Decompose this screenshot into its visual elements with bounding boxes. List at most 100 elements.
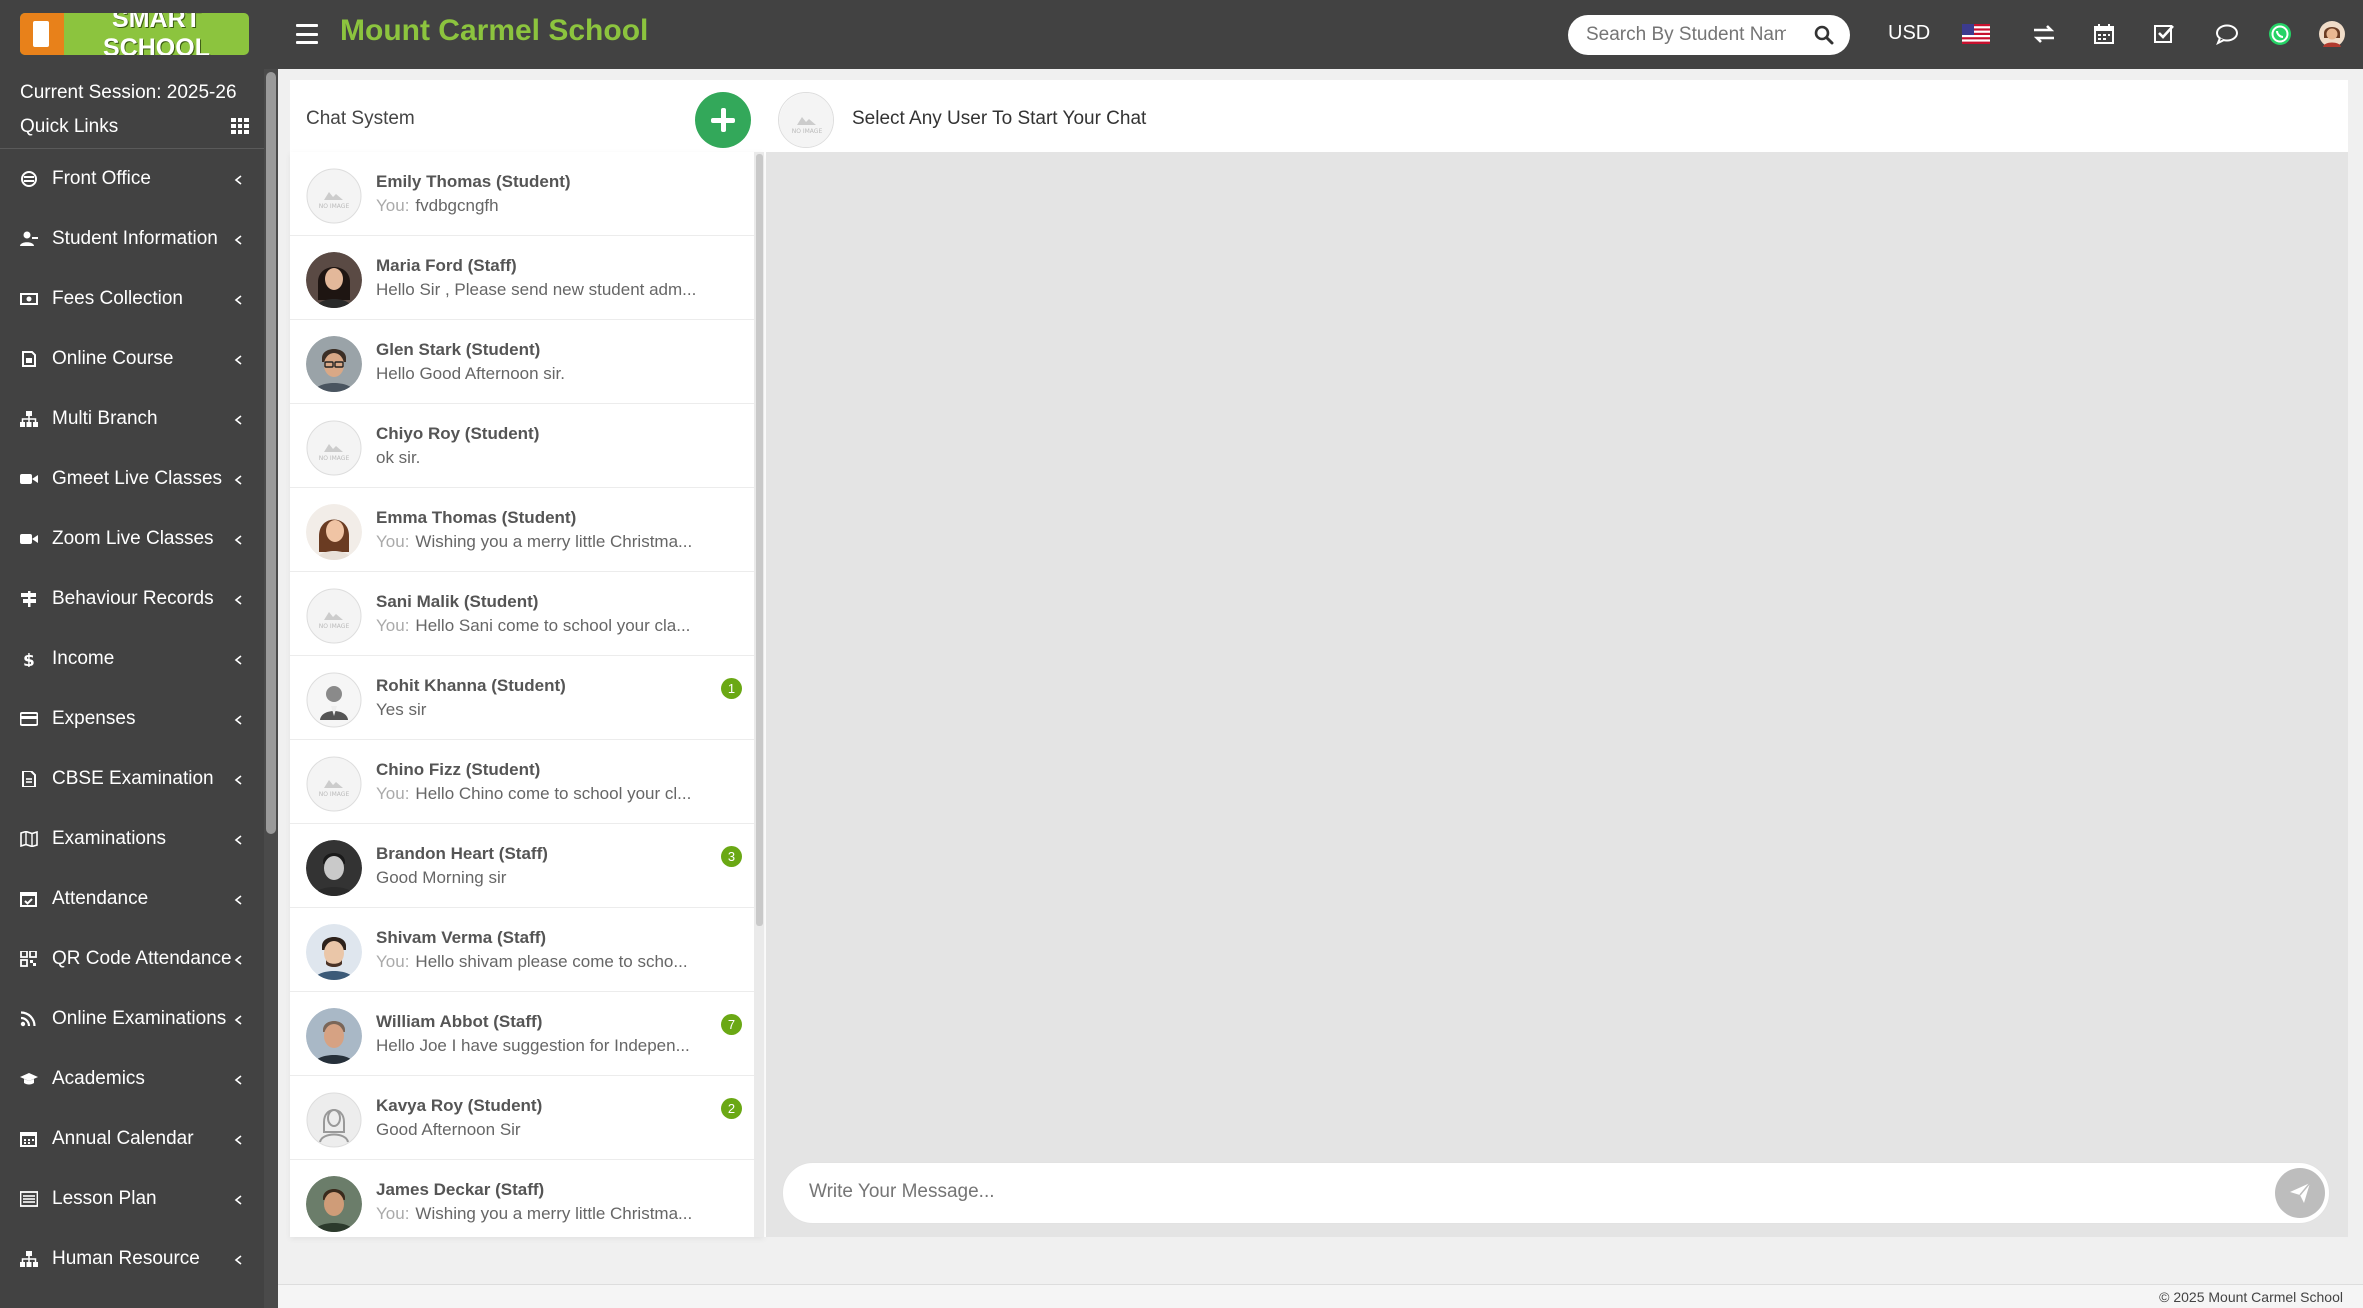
currency-selector[interactable]: USD	[1888, 22, 1930, 45]
switch-arrows-icon[interactable]	[2028, 18, 2060, 50]
chat-list-scrollbar-thumb[interactable]	[756, 154, 763, 926]
list-item[interactable]: NO IMAGE Sani Malik (Student) You: Hello …	[290, 572, 760, 656]
sidebar-item-gmeet-live-classes[interactable]: Gmeet Live Classes	[0, 449, 266, 509]
smart-school-logo[interactable]: SMART SCHOOL	[20, 13, 249, 55]
sidebar-item-multi-branch[interactable]: Multi Branch	[0, 389, 266, 449]
grid-icon[interactable]	[231, 118, 249, 134]
chevron-left-icon	[234, 295, 242, 305]
sidebar-item-zoom-live-classes[interactable]: Zoom Live Classes	[0, 509, 266, 569]
task-check-icon[interactable]	[2148, 18, 2180, 50]
logo-text: SMART SCHOOL	[103, 13, 210, 55]
chevron-left-icon	[234, 475, 242, 485]
sidebar: Current Session: 2025-26 Quick Links Fro…	[0, 69, 278, 1308]
sidebar-item-attendance[interactable]: Attendance	[0, 869, 266, 929]
sidebar-item-expenses[interactable]: Expenses	[0, 689, 266, 749]
course-icon	[22, 351, 36, 367]
sidebar-item-academics[interactable]: Academics	[0, 1049, 266, 1109]
calendar-icon[interactable]	[2088, 18, 2120, 50]
search-icon[interactable]	[1814, 25, 1834, 45]
sidebar-item-human-resource[interactable]: Human Resource	[0, 1229, 266, 1289]
list-item[interactable]: Glen Stark (Student) Hello Good Afternoo…	[290, 320, 760, 404]
sidebar-item-label: Annual Calendar	[52, 1128, 194, 1149]
video-icon	[20, 534, 38, 544]
list-item[interactable]: William Abbot (Staff) Hello Joe I have s…	[290, 992, 760, 1076]
sidebar-item-qr-code-attendance[interactable]: QR Code Attendance	[0, 929, 266, 989]
chevron-left-icon	[234, 1255, 242, 1265]
last-message: Hello Sir , Please send new student adm.…	[376, 280, 697, 299]
chevron-left-icon	[234, 415, 242, 425]
sidebar-item-examinations[interactable]: Examinations	[0, 809, 266, 869]
school-name: Mount Carmel School	[340, 14, 649, 47]
sidebar-item-income[interactable]: $ Income	[0, 629, 266, 689]
list-item[interactable]: NO IMAGE Chiyo Roy (Student) ok sir.	[290, 404, 760, 488]
list-item[interactable]: Rohit Khanna (Student) Yes sir 1	[290, 656, 760, 740]
user-name: Sani Malik (Student)	[376, 592, 539, 611]
send-button[interactable]	[2275, 1168, 2325, 1218]
sidebar-item-label: CBSE Examination	[52, 768, 214, 789]
chevron-left-icon	[234, 175, 242, 185]
chevron-left-icon	[234, 235, 242, 245]
us-flag-icon[interactable]	[1960, 18, 1992, 50]
chevron-left-icon	[234, 1015, 242, 1025]
chevron-left-icon	[234, 595, 242, 605]
main-content: Chat System NO IMAGE Emily Thomas (Stude…	[278, 69, 2363, 1308]
whatsapp-icon[interactable]	[2264, 18, 2296, 50]
dollar-icon: $	[23, 651, 35, 667]
qrcode-icon	[20, 951, 37, 967]
graduation-icon	[20, 1073, 38, 1085]
sidebar-item-online-examinations[interactable]: Online Examinations	[0, 989, 266, 1049]
sidebar-item-label: Examinations	[52, 828, 167, 849]
user-name: William Abbot (Staff)	[376, 1012, 543, 1031]
svg-text:NO IMAGE: NO IMAGE	[319, 791, 350, 798]
user-profile-avatar[interactable]	[2316, 18, 2348, 50]
sidebar-item-label: Attendance	[52, 888, 149, 909]
user-photo-avatar	[306, 336, 362, 392]
sidebar-item-label: Multi Branch	[52, 408, 158, 429]
no-image-avatar: NO IMAGE	[306, 756, 362, 812]
sidebar-item-label: Human Resource	[52, 1248, 200, 1269]
user-photo-avatar	[306, 840, 362, 896]
chat-bubble-icon[interactable]	[2211, 18, 2243, 50]
sidebar-item-behaviour-records[interactable]: Behaviour Records	[0, 569, 266, 629]
svg-text:NO IMAGE: NO IMAGE	[792, 128, 823, 135]
sidebar-item-lesson-plan[interactable]: Lesson Plan	[0, 1169, 266, 1229]
you-label: You:	[376, 784, 410, 803]
chat-panel: Chat System NO IMAGE Emily Thomas (Stude…	[290, 80, 2348, 1237]
conversation-header: NO IMAGE Select Any User To Start Your C…	[766, 80, 2348, 152]
list-icon	[20, 1191, 38, 1207]
list-item[interactable]: Brandon Heart (Staff) Good Morning sir 3	[290, 824, 760, 908]
no-image-avatar: NO IMAGE	[778, 92, 834, 148]
search-input[interactable]	[1586, 24, 1786, 46]
list-item[interactable]: Emma Thomas (Student) You: Wishing you a …	[290, 488, 760, 572]
sidebar-item-fees-collection[interactable]: Fees Collection	[0, 269, 266, 329]
chevron-left-icon	[234, 715, 242, 725]
sidebar-item-front-office[interactable]: Front Office	[0, 149, 266, 209]
you-label: You:	[376, 532, 410, 551]
conversation-area: NO IMAGE Select Any User To Start Your C…	[766, 80, 2348, 1237]
user-photo-avatar	[306, 1008, 362, 1064]
add-chat-button[interactable]	[695, 92, 751, 148]
user-photo-avatar	[306, 252, 362, 308]
sidebar-item-cbse-examination[interactable]: CBSE Examination	[0, 749, 266, 809]
sidebar-item-annual-calendar[interactable]: Annual Calendar	[0, 1109, 266, 1169]
sidebar-item-label: Student Information	[52, 228, 218, 249]
menu-toggle-icon[interactable]	[296, 24, 318, 44]
list-item[interactable]: James Deckar (Staff) You: Wishing you a m…	[290, 1160, 760, 1237]
list-item[interactable]: Kavya Roy (Student) Good Afternoon Sir 2	[290, 1076, 760, 1160]
last-message: Good Morning sir	[376, 868, 507, 887]
sidebar-item-label: Expenses	[52, 708, 136, 729]
chevron-left-icon	[234, 835, 242, 845]
unread-count-badge: 2	[721, 1098, 742, 1119]
sidebar-scrollbar-thumb[interactable]	[266, 72, 276, 834]
quick-links[interactable]: Quick Links	[20, 116, 118, 138]
document-icon	[22, 771, 36, 787]
list-item[interactable]: Maria Ford (Staff) Hello Sir , Please se…	[290, 236, 760, 320]
list-item[interactable]: NO IMAGE Emily Thomas (Student) You: fvdb…	[290, 152, 760, 236]
list-item[interactable]: NO IMAGE Chino Fizz (Student) You: Hello …	[290, 740, 760, 824]
list-item[interactable]: Shivam Verma (Staff) You: Hello shivam pl…	[290, 908, 760, 992]
sitemap-icon	[20, 1251, 38, 1267]
chat-user-list: NO IMAGE Emily Thomas (Student) You: fvdb…	[290, 152, 764, 1237]
sidebar-item-online-course[interactable]: Online Course	[0, 329, 266, 389]
sidebar-item-student-information[interactable]: Student Information	[0, 209, 266, 269]
message-input[interactable]	[809, 1181, 2209, 1203]
